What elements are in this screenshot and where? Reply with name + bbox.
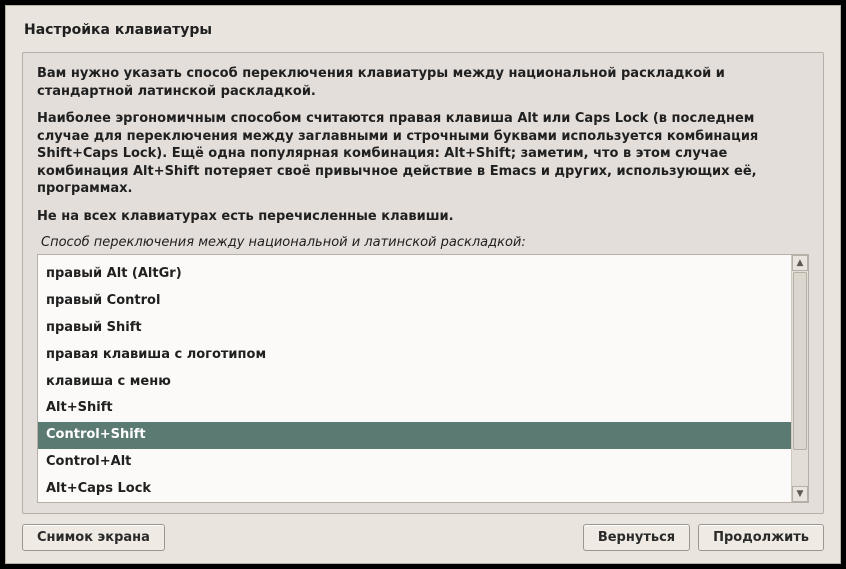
button-bar: Снимок экрана Вернуться Продолжить xyxy=(22,524,824,551)
list-item[interactable]: правый Shift xyxy=(38,315,791,342)
scroll-down-button[interactable]: ▼ xyxy=(792,486,808,502)
description-p3: Не на всех клавиатурах есть перечисленны… xyxy=(37,208,809,226)
list-item[interactable]: Alt+Caps Lock xyxy=(38,476,791,502)
options-list-container: правый Alt (AltGr)правый Controlправый S… xyxy=(37,254,809,503)
content-panel: Вам нужно указать способ переключения кл… xyxy=(22,52,824,514)
page-title: Настройка клавиатуры xyxy=(24,22,824,38)
screenshot-button[interactable]: Снимок экрана xyxy=(22,524,165,551)
continue-button[interactable]: Продолжить xyxy=(698,524,824,551)
list-item[interactable]: правый Alt (AltGr) xyxy=(38,261,791,288)
options-listbox[interactable]: правый Alt (AltGr)правый Controlправый S… xyxy=(38,255,791,502)
list-item[interactable]: правый Control xyxy=(38,288,791,315)
list-item[interactable]: клавиша с меню xyxy=(38,369,791,396)
scrollbar[interactable]: ▲ ▼ xyxy=(791,255,808,502)
description-text: Вам нужно указать способ переключения кл… xyxy=(37,65,809,235)
back-button[interactable]: Вернуться xyxy=(583,524,690,551)
installer-window: Настройка клавиатуры Вам нужно указать с… xyxy=(5,5,841,564)
list-item[interactable]: правая клавиша с логотипом xyxy=(38,342,791,369)
scroll-thumb[interactable] xyxy=(793,272,807,450)
list-item[interactable]: Alt+Shift xyxy=(38,395,791,422)
description-p2: Наиболее эргономичным способом считаются… xyxy=(37,110,809,198)
list-label: Способ переключения между национальной и… xyxy=(41,235,809,250)
list-item[interactable]: Control+Shift xyxy=(38,422,791,449)
list-item[interactable]: Control+Alt xyxy=(38,449,791,476)
scroll-up-button[interactable]: ▲ xyxy=(792,255,808,271)
description-p1: Вам нужно указать способ переключения кл… xyxy=(37,65,809,100)
